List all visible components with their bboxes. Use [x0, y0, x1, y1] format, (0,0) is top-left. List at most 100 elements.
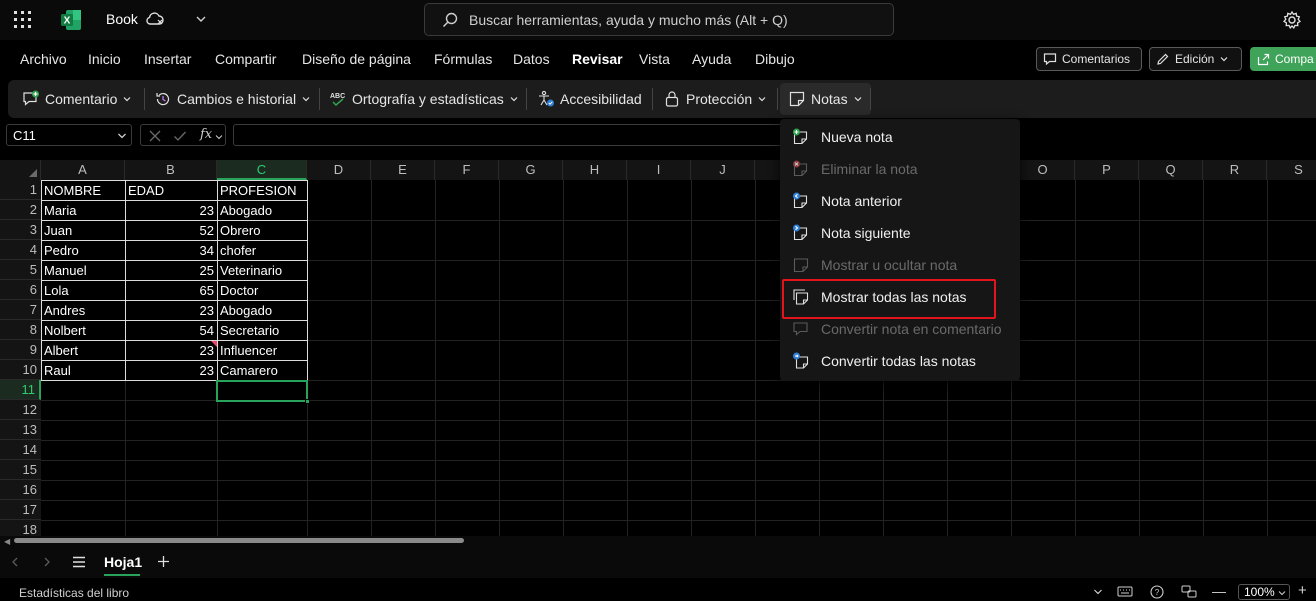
- table-cell[interactable]: 34: [125, 241, 217, 261]
- menu-item-eliminar-nota[interactable]: Eliminar la nota: [780, 155, 1020, 183]
- table-header-cell[interactable]: EDAD: [125, 181, 217, 201]
- table-cell[interactable]: 65: [125, 281, 217, 301]
- tab-inicio[interactable]: Inicio: [88, 51, 121, 67]
- table-cell[interactable]: Doctor: [217, 281, 307, 301]
- chevron-down-icon[interactable]: [117, 131, 127, 141]
- add-sheet-icon[interactable]: [157, 555, 170, 568]
- column-header[interactable]: G: [499, 160, 563, 180]
- table-cell[interactable]: Lola: [41, 281, 125, 301]
- cloud-sync-icon[interactable]: [145, 10, 165, 28]
- tab-datos[interactable]: Datos: [513, 51, 550, 67]
- table-cell[interactable]: Veterinario: [217, 261, 307, 281]
- formula-input[interactable]: [233, 124, 788, 146]
- tab-dibujo[interactable]: Dibujo: [755, 51, 795, 67]
- sheet-tab-hoja1[interactable]: Hoja1: [104, 554, 142, 570]
- column-header[interactable]: B: [125, 160, 217, 180]
- active-cell-c11[interactable]: [216, 380, 308, 402]
- tab-formulas[interactable]: Fórmulas: [434, 51, 492, 67]
- menu-item-mostrar-ocultar-nota[interactable]: Mostrar u ocultar nota: [780, 251, 1020, 279]
- table-header-cell[interactable]: PROFESION: [217, 181, 307, 201]
- table-cell[interactable]: chofer: [217, 241, 307, 261]
- row-header[interactable]: 15: [0, 460, 41, 480]
- horizontal-scrollbar[interactable]: ◀: [0, 536, 1316, 546]
- row-header[interactable]: 3: [0, 220, 41, 240]
- row-header[interactable]: 1: [0, 180, 41, 200]
- column-header[interactable]: R: [1203, 160, 1267, 180]
- column-header[interactable]: O: [1011, 160, 1075, 180]
- spreadsheet-grid[interactable]: A B C D E F G H I J K L M N O P Q R S 1 …: [0, 160, 1316, 536]
- table-cell[interactable]: 23: [125, 341, 217, 361]
- zoom-out-icon[interactable]: —: [1212, 583, 1226, 599]
- table-cell[interactable]: 54: [125, 321, 217, 341]
- table-cell[interactable]: 52: [125, 221, 217, 241]
- table-cell[interactable]: 23: [125, 361, 217, 381]
- column-header[interactable]: C: [217, 160, 307, 180]
- menu-item-nota-anterior[interactable]: Nota anterior: [780, 187, 1020, 215]
- chevron-right-icon[interactable]: [42, 557, 52, 567]
- tab-insertar[interactable]: Insertar: [144, 51, 191, 67]
- column-header[interactable]: E: [371, 160, 435, 180]
- zoom-level[interactable]: 100%: [1238, 584, 1290, 600]
- column-header[interactable]: J: [691, 160, 755, 180]
- keyboard-icon[interactable]: [1117, 585, 1133, 598]
- menu-item-convertir-nota-comentario[interactable]: Convertir nota en comentario: [780, 315, 1020, 343]
- edicion-button[interactable]: Edición: [1149, 47, 1242, 71]
- table-cell[interactable]: 25: [125, 261, 217, 281]
- app-launcher-icon[interactable]: [14, 11, 32, 29]
- table-cell[interactable]: Maria: [41, 201, 125, 221]
- tab-ayuda[interactable]: Ayuda: [692, 51, 731, 67]
- table-cell[interactable]: Obrero: [217, 221, 307, 241]
- row-header[interactable]: 18: [0, 520, 41, 536]
- all-sheets-menu-icon[interactable]: [72, 556, 86, 568]
- tab-archivo[interactable]: Archivo: [20, 51, 67, 67]
- table-cell[interactable]: 23: [125, 301, 217, 321]
- settings-gear-icon[interactable]: [1282, 10, 1302, 30]
- chevron-left-icon[interactable]: [10, 557, 20, 567]
- proteccion-button[interactable]: Protección: [663, 89, 767, 109]
- table-cell[interactable]: Abogado: [217, 201, 307, 221]
- comentario-button[interactable]: Comentario: [22, 89, 132, 109]
- ortografia-button[interactable]: ABC Ortografía y estadísticas: [329, 89, 519, 109]
- cambios-historial-button[interactable]: Cambios e historial: [154, 89, 311, 109]
- document-title[interactable]: Book: [106, 11, 138, 27]
- row-header[interactable]: 13: [0, 420, 41, 440]
- zoom-in-icon[interactable]: +: [1298, 582, 1307, 599]
- accesibilidad-button[interactable]: Accesibilidad: [537, 89, 642, 109]
- column-header[interactable]: A: [41, 160, 125, 180]
- table-cell[interactable]: Juan: [41, 221, 125, 241]
- row-header[interactable]: 6: [0, 280, 41, 300]
- menu-item-nota-siguiente[interactable]: Nota siguiente: [780, 219, 1020, 247]
- table-cell[interactable]: Influencer: [217, 341, 307, 361]
- table-cell[interactable]: Nolbert: [41, 321, 125, 341]
- scrollbar-thumb[interactable]: [14, 538, 464, 543]
- tab-compartir[interactable]: Compartir: [215, 51, 276, 67]
- chevron-down-icon[interactable]: [215, 133, 223, 141]
- menu-item-convertir-todas-notas[interactable]: Convertir todas las notas: [780, 347, 1020, 375]
- column-header[interactable]: H: [563, 160, 627, 180]
- comentarios-button[interactable]: Comentarios: [1036, 47, 1142, 71]
- row-header[interactable]: 16: [0, 480, 41, 500]
- row-header[interactable]: 17: [0, 500, 41, 520]
- column-header[interactable]: I: [627, 160, 691, 180]
- row-header[interactable]: 8: [0, 320, 41, 340]
- table-cell[interactable]: 23: [125, 201, 217, 221]
- table-cell[interactable]: Raul: [41, 361, 125, 381]
- note-indicator[interactable]: [211, 341, 217, 347]
- column-header[interactable]: F: [435, 160, 499, 180]
- row-header[interactable]: 4: [0, 240, 41, 260]
- table-cell[interactable]: Andres: [41, 301, 125, 321]
- row-header[interactable]: 9: [0, 340, 41, 360]
- row-header[interactable]: 7: [0, 300, 41, 320]
- table-cell[interactable]: Pedro: [41, 241, 125, 261]
- fill-handle[interactable]: [305, 399, 310, 404]
- row-header[interactable]: 5: [0, 260, 41, 280]
- tab-revisar[interactable]: Revisar: [572, 51, 623, 67]
- table-header-cell[interactable]: NOMBRE: [41, 181, 125, 201]
- chevron-down-icon[interactable]: [195, 13, 207, 25]
- compartir-button[interactable]: Compa: [1250, 47, 1316, 71]
- excel-logo-icon[interactable]: X: [60, 9, 82, 31]
- column-header[interactable]: D: [307, 160, 371, 180]
- cancel-icon[interactable]: [148, 129, 162, 143]
- select-all-corner[interactable]: [0, 160, 41, 180]
- column-header[interactable]: Q: [1139, 160, 1203, 180]
